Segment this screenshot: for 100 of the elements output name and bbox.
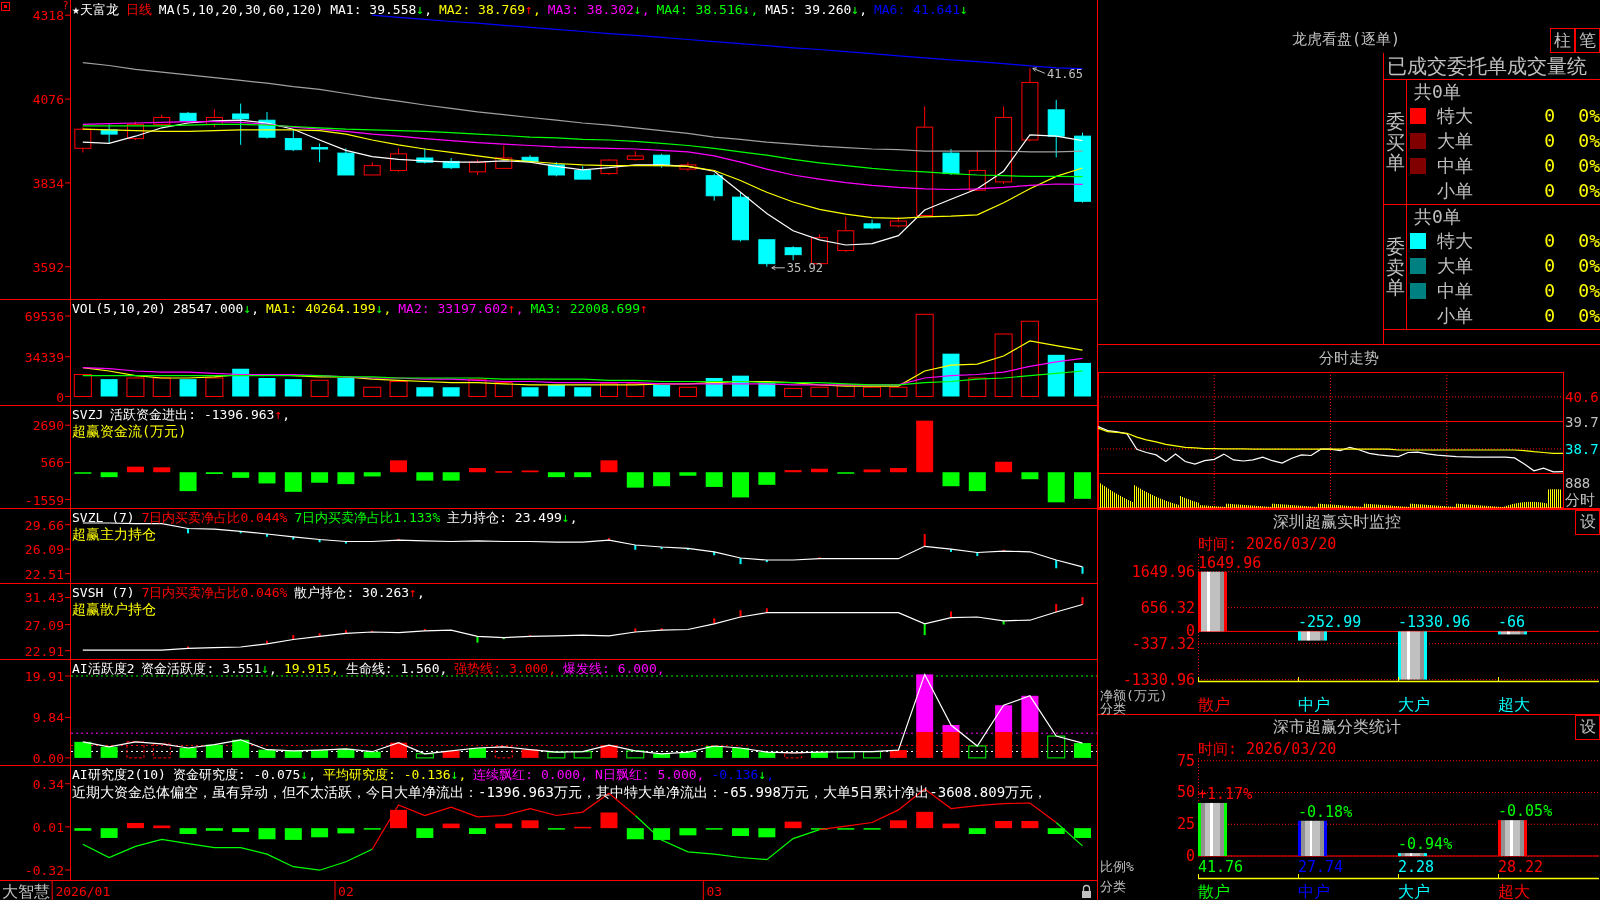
change-label: +1.17% — [1198, 784, 1253, 803]
legend-item: 7日内买卖净占比0.044% — [141, 510, 288, 526]
volume-scale-label: 888 — [1565, 475, 1591, 491]
axis-label: 3834 — [32, 175, 64, 191]
legend-item: MA4: 38.516↓, — [656, 2, 759, 18]
axis-label: 39.7 — [1565, 413, 1599, 430]
axis-label: 3592 — [32, 259, 64, 275]
legend-item: 平均研究度: -0.136↓, — [323, 767, 467, 783]
date-label: 02 — [338, 884, 354, 899]
order-share: 0% — [1578, 129, 1600, 151]
order-size-label: 特大 — [1437, 104, 1473, 126]
order-count: 0 — [1544, 179, 1555, 201]
indicator-caption: 超赢散户持仓 — [72, 601, 156, 617]
change-label: -0.05% — [1498, 802, 1553, 821]
axis-label: 0.34 — [32, 776, 64, 792]
category-label: 超大 — [1498, 695, 1530, 714]
order-count: 0 — [1544, 129, 1555, 151]
order-share: 0% — [1578, 304, 1600, 326]
axis-label: 31.43 — [24, 590, 64, 606]
category-label: 超大 — [1498, 882, 1530, 900]
legend-item: MA1: 39.558↓, — [330, 2, 432, 18]
axis-label: 22.91 — [24, 643, 64, 659]
order-count: 0 — [1544, 229, 1555, 251]
value-label: -1330.96 — [1398, 613, 1471, 632]
period-label: 分时 — [1565, 491, 1595, 509]
chart-subtitle: 时间: 2026/03/20 — [1198, 740, 1337, 758]
order-size-label: 特大 — [1437, 229, 1473, 251]
group-total: 共0单 — [1414, 81, 1461, 102]
axis-label: 9.84 — [32, 710, 64, 726]
panel-title: 深圳超赢实时监控 — [1272, 512, 1401, 533]
order-count: 0 — [1544, 104, 1555, 126]
axis-label: 4318 — [32, 8, 64, 24]
legend-item: SVZL (7) — [72, 510, 135, 526]
axis-label: 1649.96 — [1131, 562, 1195, 581]
legend-item: 7日内买卖净占比1.133% — [294, 510, 441, 526]
order-count: 0 — [1544, 254, 1555, 276]
panel-title: 龙虎看盘(逐单) — [1291, 29, 1401, 49]
order-count: 0 — [1544, 154, 1555, 176]
change-label: -0.94% — [1398, 835, 1453, 854]
group-label: 委卖单 — [1385, 235, 1405, 299]
value-label: 28.22 — [1498, 858, 1544, 876]
category-label: 散户 — [1198, 882, 1230, 900]
legend-item: 生命线: 1.560, — [345, 661, 448, 677]
legend-item: MA5: 39.260↓, — [765, 2, 867, 18]
legend-item: MA6: 41.641↓ — [873, 2, 968, 18]
axis-label: -1330.96 — [1122, 670, 1195, 689]
chart-subtitle: 时间: 2026/03/20 — [1198, 535, 1337, 553]
legend-item: -0.136↓, — [711, 767, 775, 783]
group-label: 委买单 — [1385, 110, 1405, 174]
axis-label: 25 — [1176, 815, 1195, 834]
panel-title: 深市超赢分类统计 — [1272, 717, 1401, 738]
legend-item: MA2: 38.769↑, — [438, 2, 541, 18]
order-share: 0% — [1578, 104, 1600, 126]
order-size-label: 小单 — [1437, 304, 1473, 326]
axis-title: 分类 — [1100, 879, 1126, 894]
axis-label: 566 — [40, 455, 64, 471]
category-label: 中户 — [1298, 695, 1330, 714]
value-label: 41.76 — [1198, 858, 1244, 876]
axis-label: 75 — [1176, 751, 1195, 770]
legend-item: N日飘红: 5.000, — [595, 767, 705, 783]
axis-label: 29.66 — [24, 517, 64, 533]
axis-label: 0.01 — [32, 819, 64, 835]
axis-title: 比例% — [1100, 859, 1134, 874]
legend-item: 连续飘红: 0.000, — [473, 767, 588, 783]
value-label: -252.99 — [1298, 613, 1362, 632]
panel-title: 分时走势 — [1319, 349, 1379, 368]
brand-label: 大智慧 — [2, 882, 50, 900]
order-share: 0% — [1578, 254, 1600, 276]
category-label: 散户 — [1198, 695, 1230, 714]
change-label: -0.18% — [1298, 802, 1353, 821]
legend-item: MA2: 33197.602↑, — [398, 301, 524, 317]
legend-item: 19.915, — [283, 661, 339, 677]
axis-label: 22.51 — [24, 566, 64, 582]
axis-label: 69536 — [24, 309, 64, 324]
legend-item: 资金研究度: -0.075↓, — [172, 767, 317, 783]
category-label: 中户 — [1298, 882, 1330, 900]
category-label: 大户 — [1398, 695, 1430, 714]
axis-label: 50 — [1176, 783, 1195, 802]
axis-label: 2690 — [32, 418, 64, 434]
legend-item: 强势线: 3.000, — [454, 661, 556, 677]
axis-label: 34339 — [24, 349, 64, 365]
axis-label: 656.32 — [1140, 598, 1195, 617]
legend-item: MA3: 38.302↓, — [547, 2, 650, 18]
legend-item: 散户持仓: 30.263↑, — [294, 585, 425, 601]
stock-name: ★天富龙 — [72, 2, 119, 18]
axis-label: 19.91 — [24, 669, 64, 684]
legend-item: MA1: 40264.199↓, — [266, 301, 392, 317]
legend-item: AI活跃度2 — [72, 661, 135, 677]
axis-title: 净额(万元) — [1100, 688, 1168, 703]
axis-label: 27.09 — [24, 617, 64, 633]
legend-item: MA3: 22008.699↑ — [530, 301, 648, 317]
legend-item: SVSH (7) — [72, 585, 135, 601]
help-mark: ? — [63, 0, 69, 11]
legend-item: 资金活跃度: 3.551↓, — [141, 661, 277, 677]
order-count: 0 — [1544, 279, 1555, 301]
group-total: 共0单 — [1414, 206, 1461, 227]
order-count: 0 — [1544, 304, 1555, 326]
legend-item: VOL(5,10,20) — [72, 301, 166, 317]
legend-item: 爆发线: 6.000, — [563, 661, 665, 677]
legend-item: 活跃资金进出: -1396.963↑, — [110, 407, 291, 423]
